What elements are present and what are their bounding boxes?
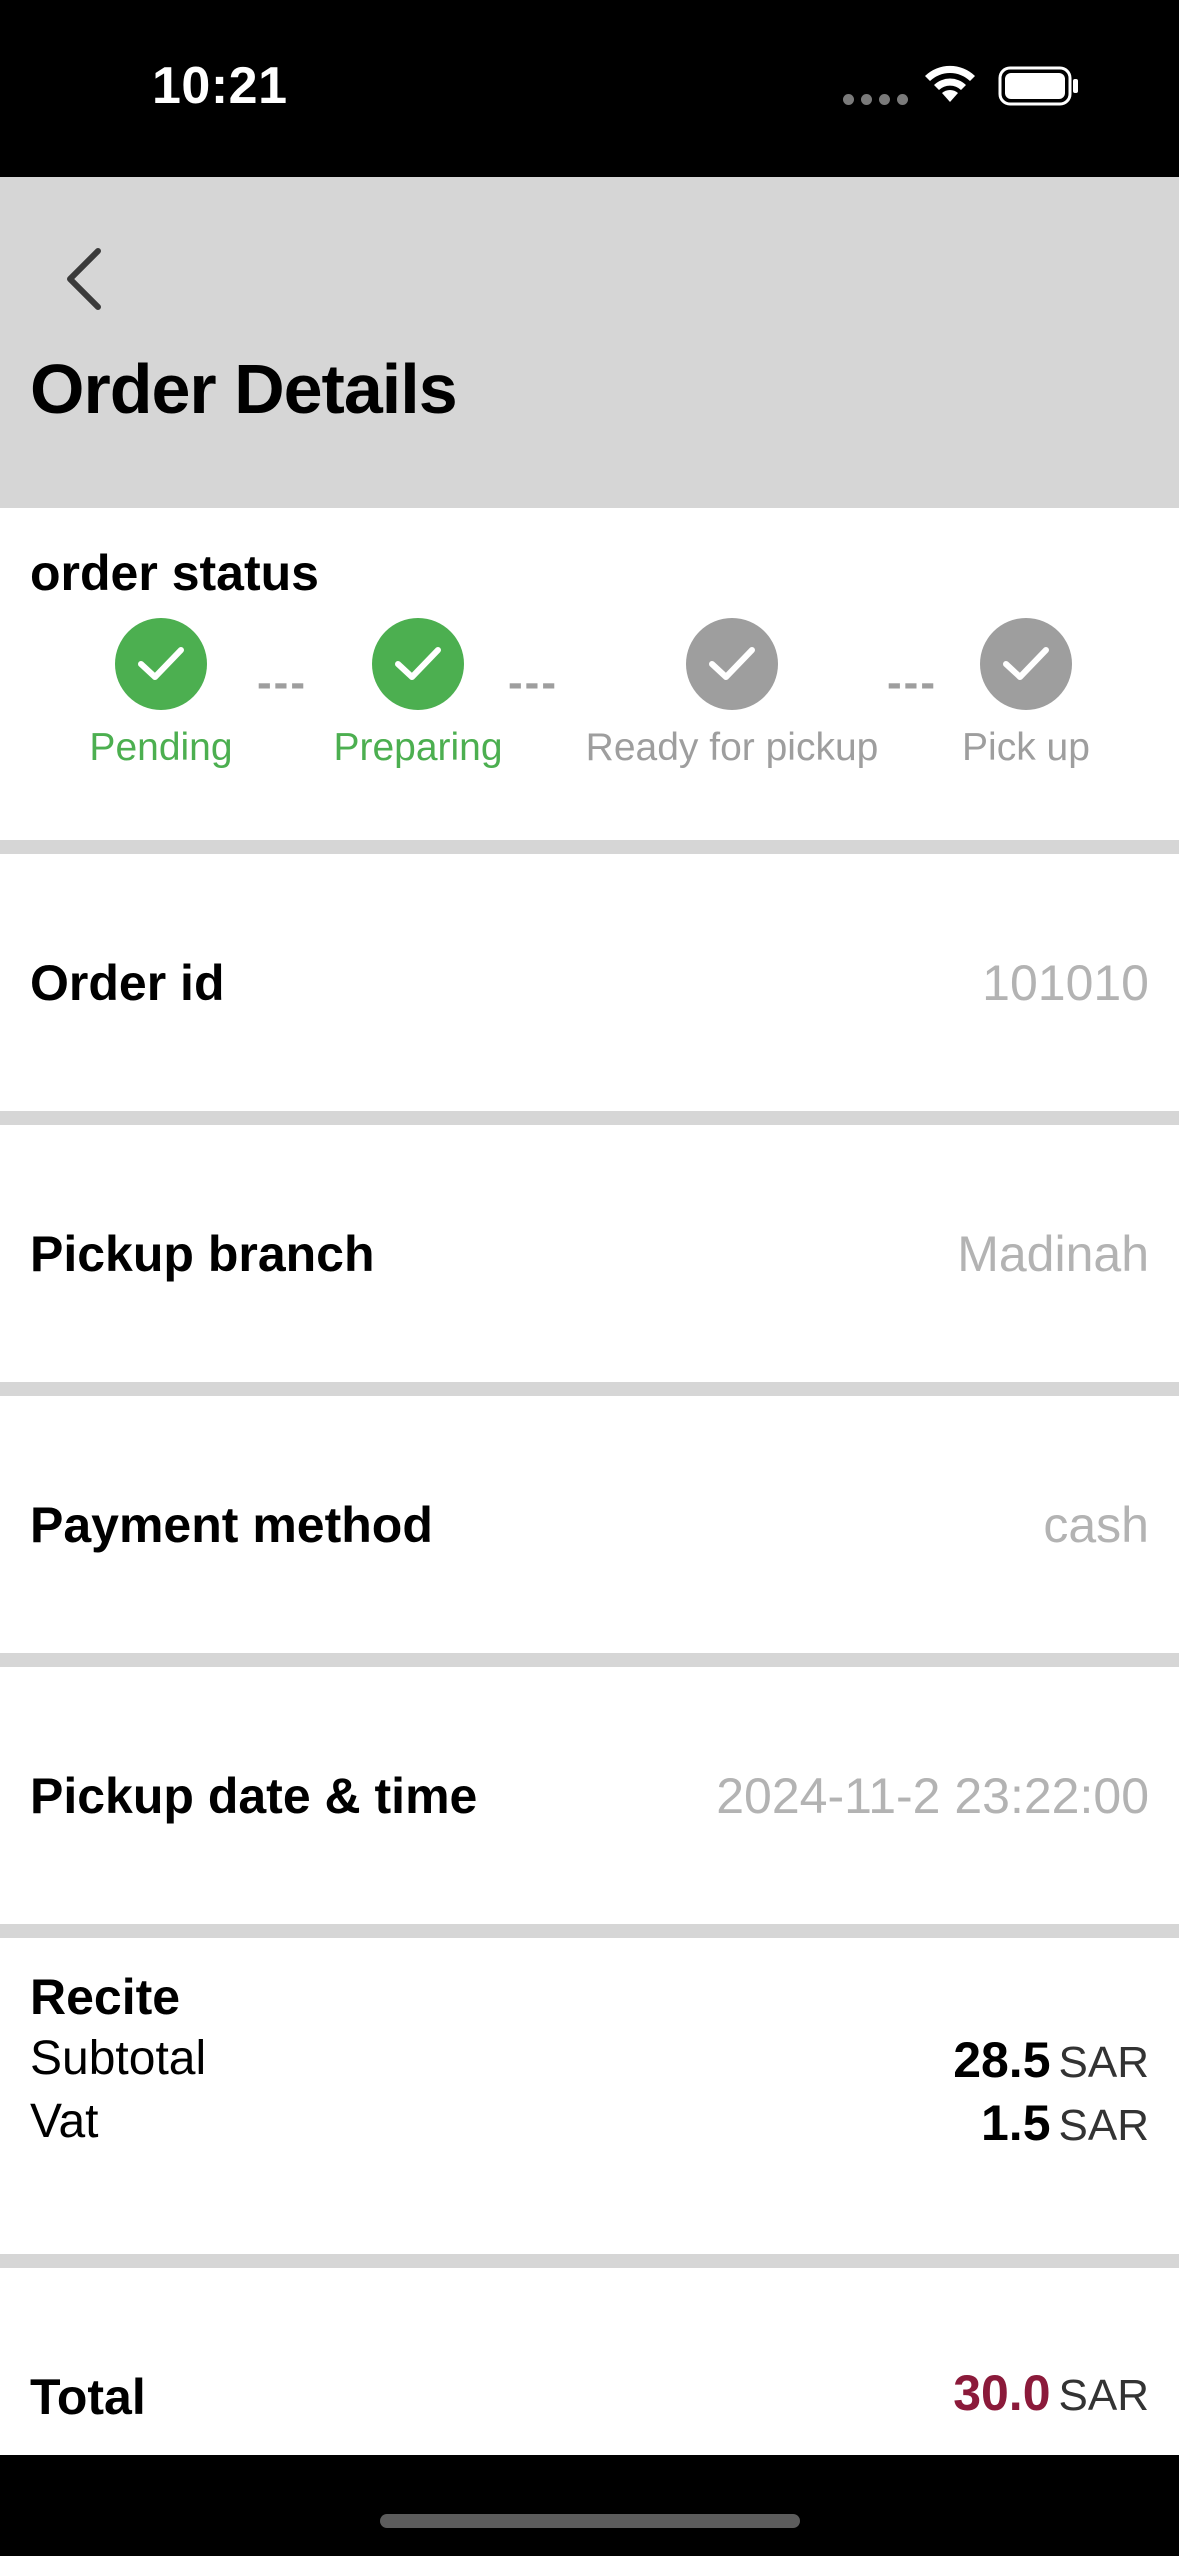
status-bar: 10:21 <box>0 0 1179 177</box>
total-amount: 30.0 SAR <box>953 2364 1149 2422</box>
step-preparing-check-icon <box>372 618 464 710</box>
divider <box>0 840 1179 854</box>
status-time: 10:21 <box>152 57 288 115</box>
subtotal-amount: 28.5 SAR <box>953 2031 1149 2089</box>
vat-value: 1.5 <box>981 2095 1051 2151</box>
subtotal-label: Subtotal <box>30 2032 207 2085</box>
step-pending-label: Pending <box>89 726 233 769</box>
total-currency: SAR <box>1058 2371 1149 2420</box>
order-status-section: order status Pending --- Preparing --- R… <box>0 508 1179 840</box>
subtotal-value: 28.5 <box>953 2032 1051 2088</box>
chevron-left-icon <box>67 248 101 310</box>
vat-amount: 1.5 SAR <box>981 2094 1149 2152</box>
receipt-title: Recite <box>30 1969 181 2025</box>
vat-label: Vat <box>30 2095 99 2148</box>
divider <box>0 2254 1179 2268</box>
pickup-datetime-row: Pickup date & time 2024-11-2 23:22:00 <box>0 1667 1179 1924</box>
pickup-branch-value: Madinah <box>957 1226 1149 1282</box>
receipt-section: Recite Subtotal 28.5 SAR Vat 1.5 SAR <box>0 1938 1179 2254</box>
vat-currency: SAR <box>1058 2101 1149 2150</box>
payment-method-value: cash <box>1043 1497 1149 1553</box>
payment-method-row: Payment method cash <box>0 1396 1179 1653</box>
battery-icon <box>998 66 1078 106</box>
order-id-value: 101010 <box>982 955 1149 1011</box>
step-ready-check-icon <box>686 618 778 710</box>
divider <box>0 1382 1179 1396</box>
total-label: Total <box>30 2369 146 2425</box>
step-connector: --- <box>508 658 558 707</box>
back-button[interactable] <box>52 239 118 319</box>
divider <box>0 1653 1179 1667</box>
divider <box>0 1111 1179 1125</box>
payment-method-label: Payment method <box>30 1497 433 1553</box>
cellular-signal-icon <box>843 94 908 105</box>
pickup-datetime-value: 2024-11-2 23:22:00 <box>716 1768 1149 1824</box>
order-id-row: Order id 101010 <box>0 854 1179 1111</box>
step-pending-check-icon <box>115 618 207 710</box>
step-pickup-check-icon <box>980 618 1072 710</box>
total-row: Total 30.0 SAR <box>0 2268 1179 2455</box>
nav-header: Order Details <box>0 177 1179 508</box>
divider <box>0 1924 1179 1938</box>
total-value: 30.0 <box>953 2365 1051 2421</box>
step-connector: --- <box>887 658 937 707</box>
order-details-content: order status Pending --- Preparing --- R… <box>0 508 1179 2455</box>
home-indicator[interactable] <box>380 2514 800 2528</box>
screen: 10:21 Order Details order status Pending… <box>0 0 1179 2556</box>
step-pickup-label: Pick up <box>962 726 1090 769</box>
wifi-icon <box>925 65 975 102</box>
order-status-heading: order status <box>30 545 319 601</box>
subtotal-currency: SAR <box>1058 2038 1149 2087</box>
order-id-label: Order id <box>30 955 225 1011</box>
step-preparing-label: Preparing <box>333 726 503 769</box>
pickup-branch-row: Pickup branch Madinah <box>0 1125 1179 1382</box>
pickup-datetime-label: Pickup date & time <box>30 1768 478 1824</box>
step-ready-label: Ready for pickup <box>585 726 879 769</box>
page-title: Order Details <box>30 350 458 428</box>
step-connector: --- <box>257 658 307 707</box>
pickup-branch-label: Pickup branch <box>30 1226 375 1282</box>
